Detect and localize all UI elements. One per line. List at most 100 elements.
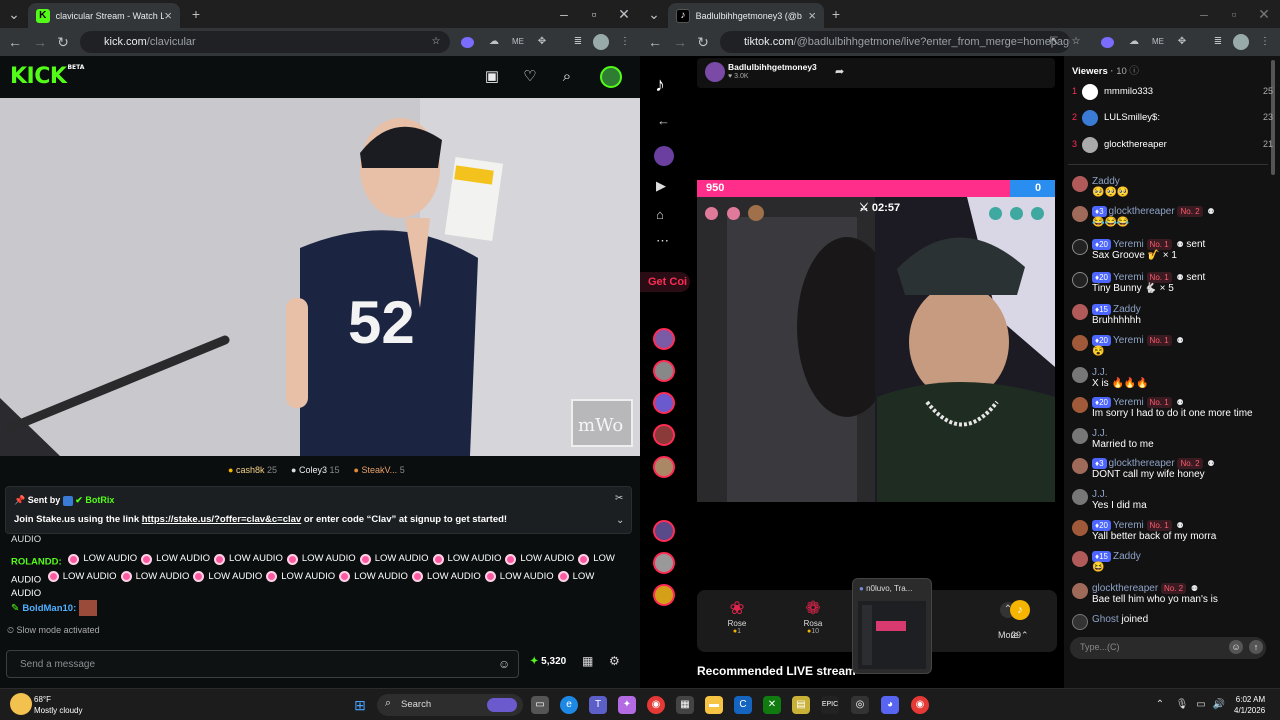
live-avatar[interactable] — [653, 520, 675, 542]
supporter-avatar[interactable] — [705, 207, 718, 220]
chat-username[interactable]: Yeremi — [1113, 272, 1144, 283]
host-avatar[interactable] — [705, 62, 725, 82]
user-avatar[interactable] — [1072, 206, 1088, 222]
back-icon[interactable]: ← — [646, 33, 664, 51]
reload-icon[interactable]: ↻ — [694, 33, 712, 51]
cloud-extension-icon[interactable]: ☁ — [486, 34, 502, 50]
chat-username[interactable]: glockthereaper — [1092, 583, 1158, 594]
chat-username[interactable]: J.J. — [1092, 367, 1108, 378]
gift-rosa[interactable]: ❁ Rosa ●10 — [801, 598, 825, 635]
user-avatar[interactable] — [1072, 304, 1088, 320]
chrome-icon[interactable]: ◉ — [647, 696, 665, 714]
supporter-avatar[interactable] — [1010, 207, 1023, 220]
coin-balance[interactable]: 29⌃ — [1011, 630, 1029, 641]
kick-video-player[interactable]: 52 mWo — [0, 98, 640, 456]
chat-input[interactable]: Send a message ☺ — [6, 650, 519, 678]
chat-username[interactable]: Zaddy — [1113, 551, 1141, 562]
heart-icon[interactable]: ♡ — [521, 68, 539, 86]
tray-chevron-icon[interactable]: ⌃ — [1151, 696, 1169, 714]
tiktok-video-player[interactable]: ⚔ 02:57 — [697, 197, 1055, 502]
c-app-icon[interactable]: C — [734, 696, 752, 714]
user-avatar[interactable] — [1072, 489, 1088, 505]
obs-icon[interactable]: ◎ — [851, 696, 869, 714]
weather-widget[interactable]: 68°F Mostly cloudy — [34, 694, 82, 716]
home-icon[interactable]: ⌂ — [656, 207, 664, 222]
user-avatar[interactable] — [1072, 551, 1088, 567]
extension-icon[interactable] — [1101, 37, 1114, 48]
address-bar[interactable]: tiktok.com/@badlulbihhgetmone/live?enter… — [720, 31, 1070, 53]
media-queue-icon[interactable]: ≣ — [570, 34, 586, 50]
me-extension-icon[interactable]: ME — [1150, 34, 1166, 50]
live-avatar[interactable] — [653, 392, 675, 414]
teams-icon[interactable]: T — [589, 696, 607, 714]
puzzle-extension-icon[interactable]: ✥ — [1174, 34, 1190, 50]
live-avatar[interactable] — [653, 552, 675, 574]
edge-icon[interactable]: e — [560, 696, 578, 714]
profile-avatar[interactable] — [1233, 34, 1249, 50]
tab-search-icon[interactable]: ⌄ — [4, 5, 24, 23]
minimize-icon[interactable]: – — [1194, 5, 1214, 23]
user-avatar[interactable] — [1072, 520, 1088, 536]
windows-start-icon[interactable]: ⊞ — [351, 696, 369, 714]
emoji-icon[interactable]: ☺ — [1229, 640, 1243, 654]
address-bar[interactable]: kick.com/clavicular — [80, 31, 450, 53]
chat-username[interactable]: Yeremi — [1113, 239, 1144, 250]
live-avatar[interactable] — [653, 360, 675, 382]
weather-icon[interactable] — [10, 693, 32, 715]
following-icon[interactable]: ▣ — [483, 68, 501, 86]
puzzle-extension-icon[interactable]: ✥ — [534, 34, 550, 50]
user-avatar[interactable] — [600, 66, 622, 88]
user-avatar[interactable] — [1072, 367, 1088, 383]
volume-icon[interactable]: 🔊 — [1210, 696, 1228, 714]
copilot-icon[interactable]: ✦ — [618, 696, 636, 714]
store-icon[interactable]: ▦ — [582, 654, 593, 668]
coin-icon[interactable]: ♪ — [1010, 600, 1030, 620]
user-avatar[interactable] — [1072, 176, 1088, 192]
gifter-item[interactable]: ● Coley3 15 — [291, 465, 340, 475]
user-avatar[interactable] — [1072, 583, 1088, 599]
share-icon[interactable]: ➦ — [835, 65, 844, 78]
taskbar-search[interactable]: ⌕ Search — [377, 694, 523, 716]
new-tab-icon[interactable]: + — [186, 5, 206, 23]
forward-icon[interactable]: → — [671, 33, 689, 51]
store-icon[interactable]: ▦ — [676, 696, 694, 714]
taskbar-preview-popup[interactable]: ● n0luvo, Tra... — [852, 578, 932, 674]
close-window-icon[interactable]: ✕ — [614, 5, 634, 23]
unpin-icon[interactable]: ✂ — [615, 493, 623, 504]
chat-username[interactable]: J.J. — [1092, 428, 1108, 439]
viewer-row[interactable]: 1 mmmilo333 25 — [1072, 84, 1276, 100]
gifter-item[interactable]: ● SteakV... 5 — [354, 465, 405, 475]
tab-tiktok[interactable]: ♪ Badlulbihhgetmoney3 (@b × — [668, 3, 824, 28]
chat-username[interactable]: Ghost — [1092, 614, 1119, 625]
send-icon[interactable]: ↑ — [1249, 640, 1263, 654]
chat-settings-icon[interactable]: ⚙ — [609, 654, 620, 668]
viewer-row[interactable]: 2 LULSmilley$: 23 — [1072, 110, 1276, 126]
forward-icon[interactable]: → — [31, 33, 49, 51]
live-avatar[interactable] — [653, 328, 675, 350]
user-avatar[interactable] — [1072, 458, 1088, 474]
bookmark-star-icon[interactable]: ☆ — [1068, 34, 1084, 50]
supporter-avatar[interactable] — [989, 207, 1002, 220]
user-avatar[interactable] — [1072, 428, 1088, 444]
maximize-icon[interactable]: ▫ — [1224, 5, 1244, 23]
maximize-icon[interactable]: ▫ — [584, 5, 604, 23]
channel-points[interactable]: ✦ 5,320 — [530, 656, 566, 667]
tiktok-logo-icon[interactable]: ♪ — [655, 74, 665, 97]
kick-logo[interactable]: KICKBETA — [10, 64, 84, 89]
tab-search-icon[interactable]: ⌄ — [644, 5, 664, 23]
network-icon[interactable]: ▭ — [1192, 696, 1210, 714]
back-icon[interactable]: ← — [6, 33, 24, 51]
viewer-row[interactable]: 3 glockthereaper 21 — [1072, 137, 1276, 153]
gifter-item[interactable]: ● cash8k 25 — [228, 465, 277, 475]
expand-chevron-icon[interactable]: ⌄ — [616, 515, 624, 526]
video-camera-icon[interactable]: ▶ — [656, 178, 666, 194]
stake-link[interactable]: https://stake.us/?offer=clav&c=clav — [142, 514, 301, 525]
chat-username[interactable]: glockthereaper — [1109, 458, 1175, 469]
minimize-icon[interactable]: – — [554, 5, 574, 23]
clock[interactable]: 6:02 AM 4/1/2026 — [1234, 694, 1265, 716]
game-app-icon[interactable]: ▤ — [792, 696, 810, 714]
media-queue-icon[interactable]: ≣ — [1210, 34, 1226, 50]
close-window-icon[interactable]: ✕ — [1254, 5, 1274, 23]
epic-games-icon[interactable]: EPIC — [821, 696, 839, 714]
close-tab-icon[interactable]: × — [808, 8, 816, 23]
